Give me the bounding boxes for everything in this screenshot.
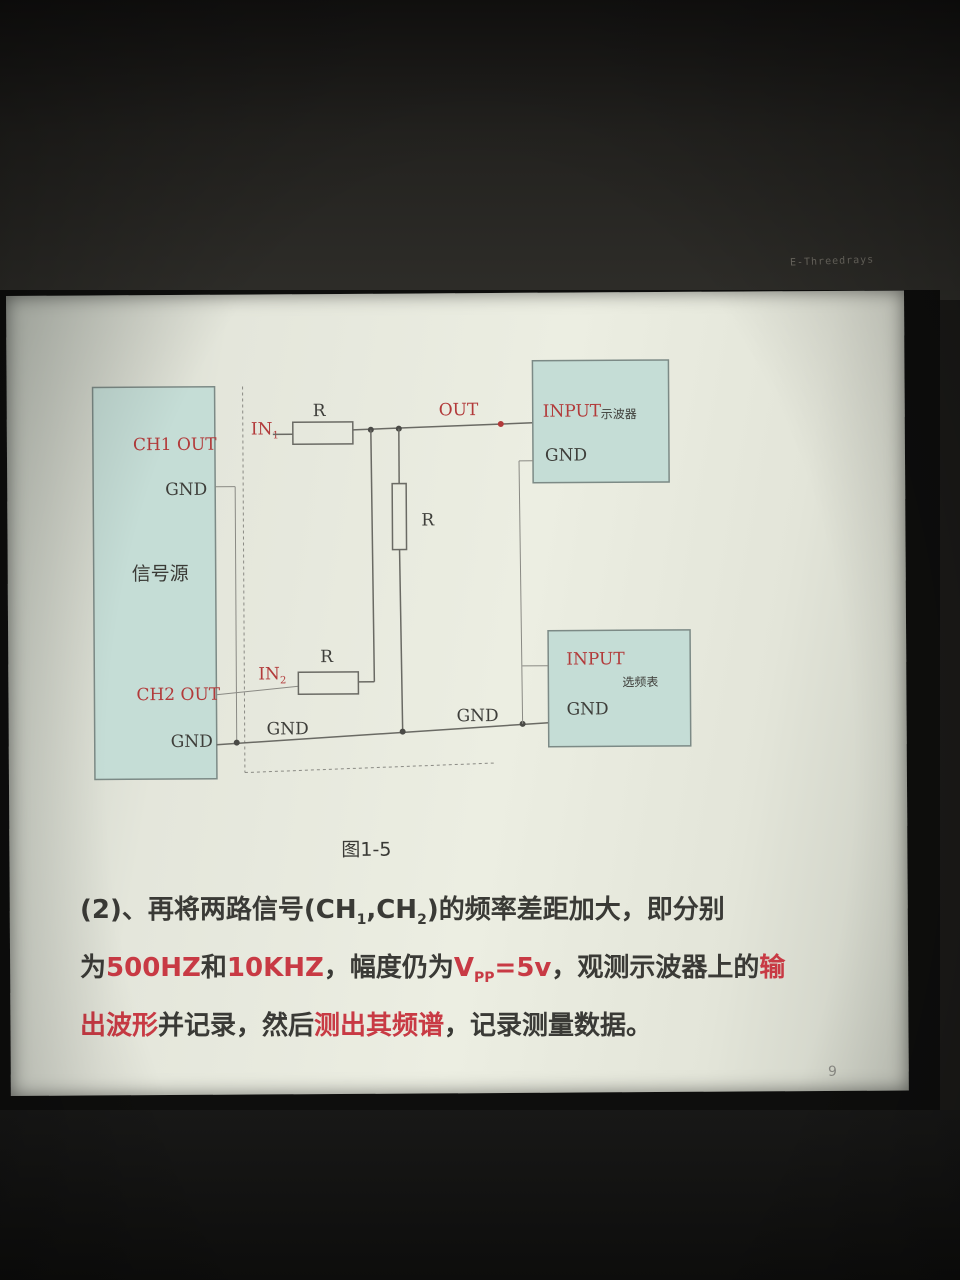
freq-500hz: 500HZ bbox=[106, 953, 201, 984]
osc-gnd-wire-down bbox=[518, 460, 524, 724]
meter-gnd-label: GND bbox=[566, 699, 608, 719]
figure-caption: 图1-5 bbox=[341, 839, 391, 861]
ch2-wire bbox=[216, 685, 299, 696]
vpp-label: V bbox=[453, 953, 475, 984]
line1-part-b: ,CH bbox=[366, 895, 418, 925]
gnd1-wire-down bbox=[234, 486, 238, 743]
line2-part-c: ，幅度仍为 bbox=[323, 953, 454, 984]
resistor-mid bbox=[391, 482, 408, 551]
line3-red-2: 测出其频谱 bbox=[314, 1011, 445, 1042]
dashed-enclosure-left bbox=[242, 386, 246, 773]
line2-part-d: ，观测示波器上的 bbox=[551, 953, 760, 984]
slide-body-text: (2)、再将两路信号(CH1,CH2)的频率差距加大，即分别 为500HZ和10… bbox=[80, 886, 850, 1050]
ch1-out-label: CH1 OUT bbox=[133, 435, 217, 456]
body-line-1: (2)、再将两路信号(CH1,CH2)的频率差距加大，即分别 bbox=[80, 886, 850, 944]
meter-input-label: INPUT bbox=[566, 649, 625, 669]
r-mid-label: R bbox=[421, 510, 435, 530]
r-bottom-label: R bbox=[320, 647, 334, 667]
gnd-2-label: GND bbox=[171, 732, 213, 752]
in2-label: IN2 bbox=[258, 664, 286, 686]
node-gnd-left bbox=[233, 739, 240, 746]
node-gnd-mid bbox=[399, 728, 406, 735]
mid-wire-down bbox=[398, 549, 404, 730]
top-wire bbox=[352, 422, 533, 431]
ch2-out-label: CH2 OUT bbox=[136, 685, 220, 706]
dashed-enclosure-bottom bbox=[244, 762, 495, 774]
floor bbox=[0, 1110, 960, 1280]
body-line-2: 为500HZ和10KHZ，幅度仍为VPP=5v，观测示波器上的输 bbox=[80, 944, 850, 1002]
out-label: OUT bbox=[439, 400, 479, 420]
line1-sub-2: 2 bbox=[417, 912, 427, 929]
node-out bbox=[497, 420, 504, 427]
line1-sub-1: 1 bbox=[356, 912, 367, 929]
resistor-bottom bbox=[297, 671, 360, 695]
signal-source-title: 信号源 bbox=[132, 563, 189, 585]
line1-part-a: (2)、再将两路信号(CH bbox=[80, 895, 357, 925]
in1-label: IN1 bbox=[251, 419, 279, 441]
line1-part-c: )的频率差距加大，即分别 bbox=[426, 895, 725, 925]
freq-10khz: 10KHZ bbox=[226, 953, 324, 984]
resistor-top bbox=[292, 421, 354, 446]
vpp-value: =5v bbox=[494, 953, 552, 984]
in2-return-wire bbox=[370, 429, 376, 682]
line3-part-a: 并记录，然后 bbox=[158, 1011, 315, 1042]
line2-part-a: 为 bbox=[80, 953, 107, 984]
wall bbox=[0, 0, 960, 300]
meter-name: 选频表 bbox=[622, 675, 658, 689]
line2-part-b: 和 bbox=[200, 953, 227, 984]
gnd-1-label: GND bbox=[165, 480, 207, 500]
line3-part-b: ，记录测量数据。 bbox=[444, 1011, 653, 1042]
line2-red-end: 输 bbox=[759, 953, 786, 984]
r-top-label: R bbox=[313, 401, 327, 421]
vpp-sub: PP bbox=[474, 970, 495, 987]
gnd-bus-right-label: GND bbox=[457, 706, 499, 726]
oscilloscope-gnd-label: GND bbox=[545, 445, 587, 465]
frequency-meter-box bbox=[547, 629, 692, 748]
page-number: 9 bbox=[828, 1064, 837, 1080]
gnd-bus-left-label: GND bbox=[267, 719, 309, 739]
line3-red-1: 出波形 bbox=[80, 1011, 159, 1042]
oscilloscope-input-label: INPUT bbox=[543, 401, 602, 421]
body-line-3: 出波形并记录，然后测出其频谱，记录测量数据。 bbox=[80, 1002, 850, 1050]
oscilloscope-name: 示波器 bbox=[601, 407, 637, 421]
